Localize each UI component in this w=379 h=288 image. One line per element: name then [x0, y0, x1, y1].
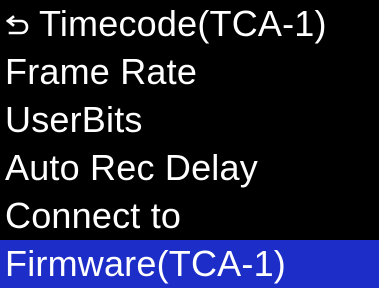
- menu-item-auto-rec-delay[interactable]: Auto Rec Delay: [0, 144, 379, 192]
- return-arrow-icon[interactable]: [5, 12, 29, 36]
- menu-title: Timecode(TCA-1): [39, 3, 327, 44]
- timecode-menu-screen: Timecode(TCA-1) Frame Rate UserBits Auto…: [0, 0, 379, 288]
- menu-item-firmware[interactable]: Firmware(TCA-1): [0, 240, 379, 288]
- menu-item-label: Connect to: [5, 195, 182, 236]
- menu-item-userbits[interactable]: UserBits: [0, 96, 379, 144]
- back-row[interactable]: Timecode(TCA-1): [0, 0, 379, 48]
- menu-item-label: Frame Rate: [5, 51, 198, 92]
- menu-item-label: UserBits: [5, 99, 143, 140]
- menu-item-connect-to[interactable]: Connect to: [0, 192, 379, 240]
- menu-item-frame-rate[interactable]: Frame Rate: [0, 48, 379, 96]
- menu-item-label: Auto Rec Delay: [5, 147, 258, 188]
- menu-item-label: Firmware(TCA-1): [5, 243, 286, 284]
